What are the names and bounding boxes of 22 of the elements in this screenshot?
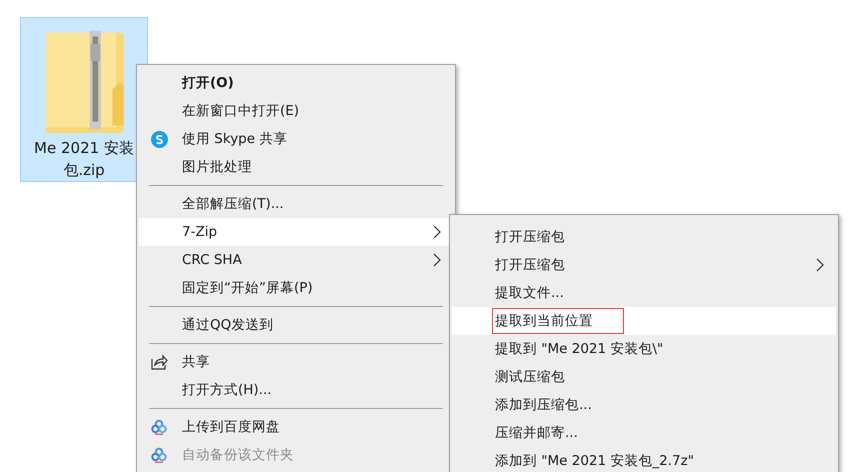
cloud-icon — [151, 447, 167, 463]
menu-item[interactable]: 打开方式(H)... — [139, 376, 453, 404]
zip-folder-item[interactable]: Me 2021 安装包.zip — [20, 17, 148, 182]
menu-item[interactable]: 提取到当前位置 — [452, 307, 836, 335]
menu-item[interactable]: 添加到 "Me 2021 安装包_2.7z" — [452, 447, 836, 472]
cloud-icon — [151, 419, 167, 435]
file-name: Me 2021 安装包.zip — [34, 138, 134, 181]
menu-item[interactable]: 固定到“开始”屏幕(P) — [139, 274, 453, 302]
menu-item[interactable]: 添加到压缩包... — [452, 391, 836, 419]
menu-item[interactable]: 压缩并邮寄... — [452, 419, 836, 447]
menu-item[interactable]: 打开压缩包 — [452, 251, 836, 279]
menu-item[interactable]: 共享 — [139, 348, 453, 376]
menu-item[interactable]: CRC SHA — [139, 246, 453, 274]
menu-item[interactable]: 提取文件... — [452, 279, 836, 307]
menu-item[interactable]: 测试压缩包 — [452, 363, 836, 391]
menu-item[interactable]: 上传到百度网盘 — [139, 413, 453, 441]
skype-icon — [150, 130, 168, 148]
menu-item[interactable]: 全部解压缩(T)... — [139, 190, 453, 218]
menu-item[interactable]: 打开压缩包 — [452, 223, 836, 251]
menu-item[interactable]: 通过QQ发送到 — [139, 311, 453, 339]
share-icon — [150, 354, 168, 370]
menu-item[interactable]: 提取到 "Me 2021 安装包\" — [452, 335, 836, 363]
